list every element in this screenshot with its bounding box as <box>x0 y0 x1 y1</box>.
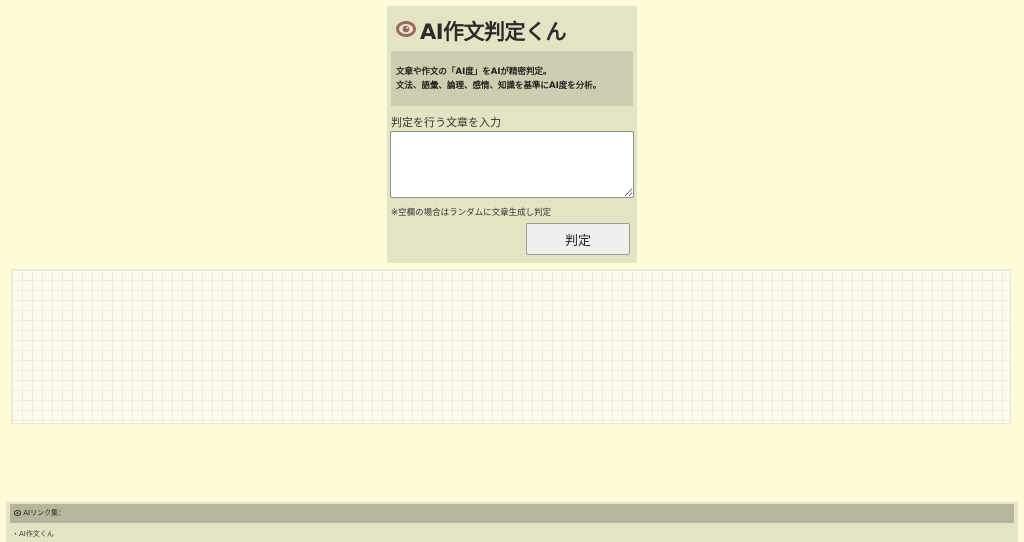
input-label: 判定を行う文章を入力 <box>391 116 501 129</box>
description-box: 文章や作文の「AI度」をAIが精密判定。 文法、語彙、論理、感情、知識を基準にA… <box>391 51 633 106</box>
footer-link-item[interactable]: ・AI作文くん <box>12 529 54 539</box>
app-title: AI作文判定くん <box>420 20 567 44</box>
description-line-2: 文法、語彙、論理、感情、知識を基準にAI度を分析。 <box>396 81 602 91</box>
title-row: AI作文判定くん <box>395 16 567 46</box>
text-input[interactable] <box>390 131 634 198</box>
footer-header: AIリンク集： <box>10 504 1014 523</box>
hint-text: ※空欄の場合はランダムに文章生成し判定 <box>391 208 552 218</box>
result-grid-area <box>11 269 1011 424</box>
description-line-1: 文章や作文の「AI度」をAIが精密判定。 <box>396 67 552 77</box>
footer: AIリンク集： ・AI作文くん <box>6 502 1018 542</box>
link-icon <box>13 509 23 517</box>
judge-panel: AI作文判定くん 文章や作文の「AI度」をAIが精密判定。 文法、語彙、論理、感… <box>387 6 637 263</box>
judge-button[interactable]: 判定 <box>526 223 630 255</box>
eye-icon <box>395 18 420 44</box>
footer-header-label: AIリンク集： <box>23 509 66 517</box>
